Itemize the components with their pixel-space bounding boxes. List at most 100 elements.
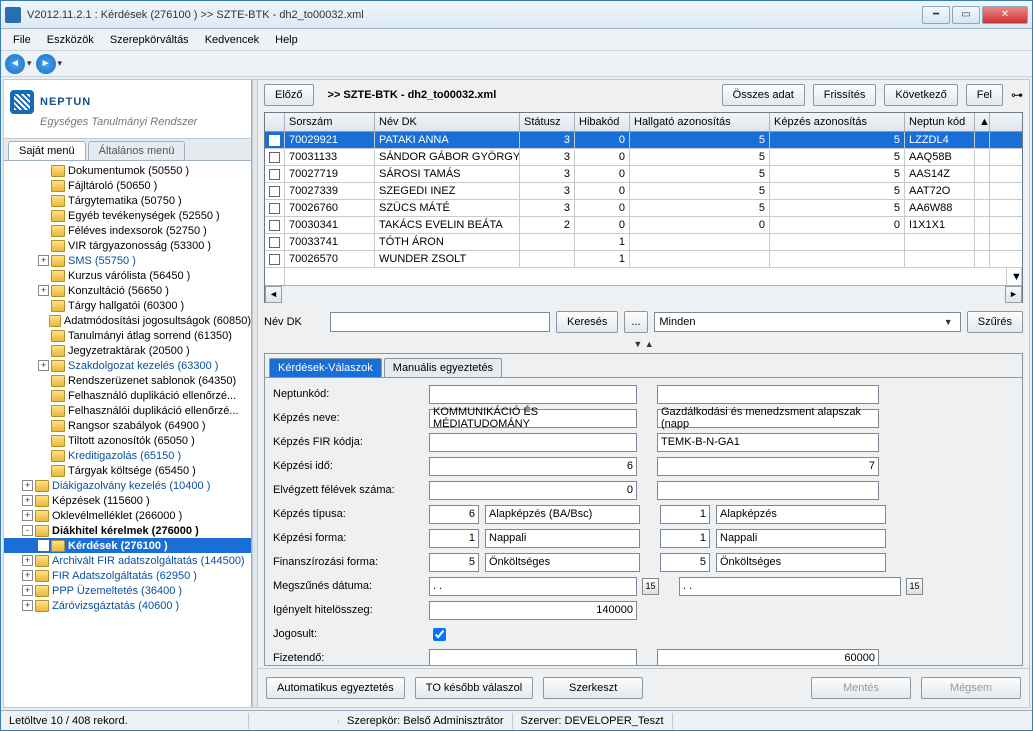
filter-combo[interactable]: Minden▼ xyxy=(654,312,960,332)
field-a-num[interactable]: 5 xyxy=(429,553,479,572)
tree-item[interactable]: +Képzések (115600 ) xyxy=(4,493,251,508)
tree-item[interactable]: Adatmódosítási jogosultságok (60850) xyxy=(4,313,251,328)
tree-item[interactable]: +Diákigazolvány kezelés (10400 ) xyxy=(4,478,251,493)
tree-item[interactable]: -Diákhitel kérelmek (276000 ) xyxy=(4,523,251,538)
refresh-button[interactable]: Frissítés xyxy=(813,84,877,106)
field-b[interactable] xyxy=(657,481,879,500)
table-row[interactable]: 70033741TÓTH ÁRON1 xyxy=(265,234,1022,251)
table-row[interactable]: 70031133SÁNDOR GÁBOR GYÖRGY3055AAQ58B xyxy=(265,149,1022,166)
field-a[interactable]: KOMMUNIKÁCIÓ ÉS MÉDIATUDOMÁNY xyxy=(429,409,637,428)
grid-header-neptunkod[interactable]: Neptun kód xyxy=(905,113,975,131)
grid-header-hibakod[interactable]: Hibakód xyxy=(575,113,630,131)
tree-item[interactable]: Rendszerüzenet sablonok (64350) xyxy=(4,373,251,388)
field-b[interactable]: Gazdálkodási és menedzsment alapszak (na… xyxy=(657,409,879,428)
tab-own-menu[interactable]: Saját menü xyxy=(8,141,86,160)
tree-item[interactable]: Kreditigazolás (65150 ) xyxy=(4,448,251,463)
nav-fwd-dropdown-icon[interactable]: ▾ xyxy=(58,58,63,69)
row-checkbox[interactable] xyxy=(269,135,280,146)
field-b-num[interactable]: 5 xyxy=(660,553,710,572)
field-b[interactable]: TEMK-B-N-GA1 xyxy=(657,433,879,452)
tab-qanda[interactable]: Kérdések-Válaszok xyxy=(269,358,382,377)
up-button[interactable]: Fel xyxy=(966,84,1003,106)
field-a-num[interactable]: 6 xyxy=(429,505,479,524)
tree-item[interactable]: Dokumentumok (50550 ) xyxy=(4,163,251,178)
tree-item[interactable]: +Záróvizsgáztatás (40600 ) xyxy=(4,598,251,613)
close-button[interactable]: ✕ xyxy=(982,6,1028,24)
tab-general-menu[interactable]: Általános menü xyxy=(88,141,186,160)
date-field-a[interactable]: . . xyxy=(429,577,637,596)
grid-header-hallgato[interactable]: Hallgató azonosítás xyxy=(630,113,770,131)
expand-icon[interactable]: + xyxy=(22,510,33,521)
nav-forward-button[interactable]: ► xyxy=(36,54,56,74)
table-row[interactable]: 70027339SZEGEDI INEZ3055AAT72O xyxy=(265,183,1022,200)
tree-item[interactable]: Tárgyak költsége (65450 ) xyxy=(4,463,251,478)
grid-h-scrollbar[interactable]: ◄ ► xyxy=(265,285,1022,302)
nav-tree[interactable]: Dokumentumok (50550 )Fájltároló (50650 )… xyxy=(4,161,251,707)
tree-item[interactable]: Tiltott azonosítók (65050 ) xyxy=(4,433,251,448)
tree-item[interactable]: Kérdések (276100 ) xyxy=(4,538,251,553)
tree-item[interactable]: +FIR Adatszolgáltatás (62950 ) xyxy=(4,568,251,583)
field-a-text[interactable]: Alapképzés (BA/Bsc) xyxy=(485,505,640,524)
tree-item[interactable]: +Oklevélmelléklet (266000 ) xyxy=(4,508,251,523)
calendar-icon[interactable]: 15 xyxy=(642,578,659,595)
menu-favorites[interactable]: Kedvencek xyxy=(197,32,267,48)
minimize-button[interactable]: ━ xyxy=(922,6,950,24)
tree-item[interactable]: +Konzultáció (56650 ) xyxy=(4,283,251,298)
row-checkbox[interactable] xyxy=(269,237,280,248)
field-a[interactable] xyxy=(429,385,637,404)
grid-body[interactable]: 70029921PATAKI ANNA3055LZZDL470031133SÁN… xyxy=(265,132,1022,268)
panel-toggle-icon[interactable]: ▼ ▲ xyxy=(258,339,1029,351)
grid-header-nev[interactable]: Név DK xyxy=(375,113,520,131)
next-button[interactable]: Következő xyxy=(884,84,957,106)
expand-icon[interactable]: + xyxy=(22,600,33,611)
grid-header-check[interactable] xyxy=(265,113,285,131)
date-field-b[interactable]: . . xyxy=(679,577,901,596)
menu-file[interactable]: File xyxy=(5,32,39,48)
tree-item[interactable]: Tárgytematika (50750 ) xyxy=(4,193,251,208)
row-checkbox[interactable] xyxy=(269,254,280,265)
search-button[interactable]: Keresés xyxy=(556,311,618,333)
prev-button[interactable]: Előző xyxy=(264,84,314,106)
tree-item[interactable]: Tárgy hallgatói (60300 ) xyxy=(4,298,251,313)
tree-item[interactable]: Felhasználói duplikáció ellenőrzé... xyxy=(4,403,251,418)
tree-item[interactable]: Rangsor szabályok (64900 ) xyxy=(4,418,251,433)
row-checkbox[interactable] xyxy=(269,152,280,163)
tree-item[interactable]: Fájltároló (50650 ) xyxy=(4,178,251,193)
pin-icon[interactable]: ⊶ xyxy=(1011,88,1023,102)
tree-item[interactable]: Tanulmányi átlag sorrend (61350) xyxy=(4,328,251,343)
field-b[interactable] xyxy=(657,385,879,404)
expand-icon[interactable]: + xyxy=(22,480,33,491)
all-data-button[interactable]: Összes adat xyxy=(722,84,805,106)
row-checkbox[interactable] xyxy=(269,203,280,214)
grid-scroll-up-icon[interactable]: ▲ xyxy=(975,113,990,131)
save-button[interactable]: Mentés xyxy=(811,677,911,699)
field-b-text[interactable]: Nappali xyxy=(716,529,886,548)
edit-button[interactable]: Szerkeszt xyxy=(543,677,643,699)
expand-icon[interactable]: + xyxy=(38,255,49,266)
nav-back-dropdown-icon[interactable]: ▾ xyxy=(27,58,32,69)
menu-help[interactable]: Help xyxy=(267,32,306,48)
row-checkbox[interactable] xyxy=(269,186,280,197)
table-row[interactable]: 70027719SÁROSI TAMÁS3055AAS14Z xyxy=(265,166,1022,183)
expand-icon[interactable]: + xyxy=(38,285,49,296)
table-row[interactable]: 70030341TAKÁCS EVELIN BEÁTA2000I1X1X1 xyxy=(265,217,1022,234)
search-more-button[interactable]: ... xyxy=(624,311,648,333)
scroll-right-icon[interactable]: ► xyxy=(1005,286,1022,303)
field-b[interactable]: 60000 xyxy=(657,649,879,666)
row-checkbox[interactable] xyxy=(269,220,280,231)
tree-item[interactable]: +SMS (55750 ) xyxy=(4,253,251,268)
tab-manual[interactable]: Manuális egyeztetés xyxy=(384,358,502,377)
tree-item[interactable]: +Szakdolgozat kezelés (63300 ) xyxy=(4,358,251,373)
tree-item[interactable]: +Archivált FIR adatszolgáltatás (144500) xyxy=(4,553,251,568)
scroll-left-icon[interactable]: ◄ xyxy=(265,286,282,303)
field-b-text[interactable]: Önköltséges xyxy=(716,553,886,572)
grid-header-sorszam[interactable]: Sorszám xyxy=(285,113,375,131)
field-a[interactable]: 6 xyxy=(429,457,637,476)
cancel-button[interactable]: Mégsem xyxy=(921,677,1021,699)
auto-match-button[interactable]: Automatikus egyeztetés xyxy=(266,677,405,699)
jogosult-checkbox[interactable] xyxy=(433,628,446,641)
maximize-button[interactable]: ▭ xyxy=(952,6,980,24)
grid-header-kepzes[interactable]: Képzés azonosítás xyxy=(770,113,905,131)
field-a[interactable]: 140000 xyxy=(429,601,637,620)
field-a-num[interactable]: 1 xyxy=(429,529,479,548)
